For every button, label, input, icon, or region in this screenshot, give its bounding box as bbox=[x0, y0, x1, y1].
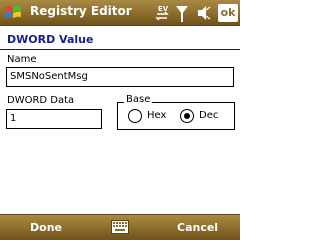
header-divider bbox=[0, 49, 240, 50]
dword-data-input[interactable]: 1 bbox=[6, 109, 102, 129]
screen: Registry Editor EV ok DWORD Value Name S… bbox=[0, 0, 240, 240]
softkey-bar: Done Cancel bbox=[0, 214, 240, 240]
dec-radio-selected-dot bbox=[184, 113, 190, 119]
name-input[interactable]: SMSNoSentMsg bbox=[6, 67, 234, 87]
hex-radio[interactable] bbox=[128, 109, 142, 123]
dec-radio[interactable] bbox=[180, 109, 194, 123]
dword-data-label: DWORD Data bbox=[7, 95, 75, 106]
cancel-softkey[interactable]: Cancel bbox=[177, 221, 218, 234]
dec-radio-label[interactable]: Dec bbox=[199, 110, 218, 121]
window-title: Registry Editor bbox=[30, 4, 132, 18]
base-label: Base bbox=[124, 94, 153, 105]
name-label: Name bbox=[7, 54, 37, 65]
data-connection-icon[interactable]: EV bbox=[152, 3, 172, 23]
dialog-title: DWORD Value bbox=[7, 33, 94, 46]
signal-strength-icon[interactable] bbox=[175, 3, 189, 23]
done-softkey[interactable]: Done bbox=[30, 221, 62, 234]
keyboard-icon[interactable] bbox=[111, 220, 129, 234]
ok-button[interactable]: ok bbox=[218, 4, 238, 22]
title-bar: Registry Editor EV ok bbox=[0, 0, 240, 26]
hex-radio-label[interactable]: Hex bbox=[147, 110, 166, 121]
windows-start-icon[interactable] bbox=[3, 3, 23, 23]
speaker-volume-icon[interactable] bbox=[196, 4, 212, 22]
ev-text: EV bbox=[158, 5, 169, 13]
